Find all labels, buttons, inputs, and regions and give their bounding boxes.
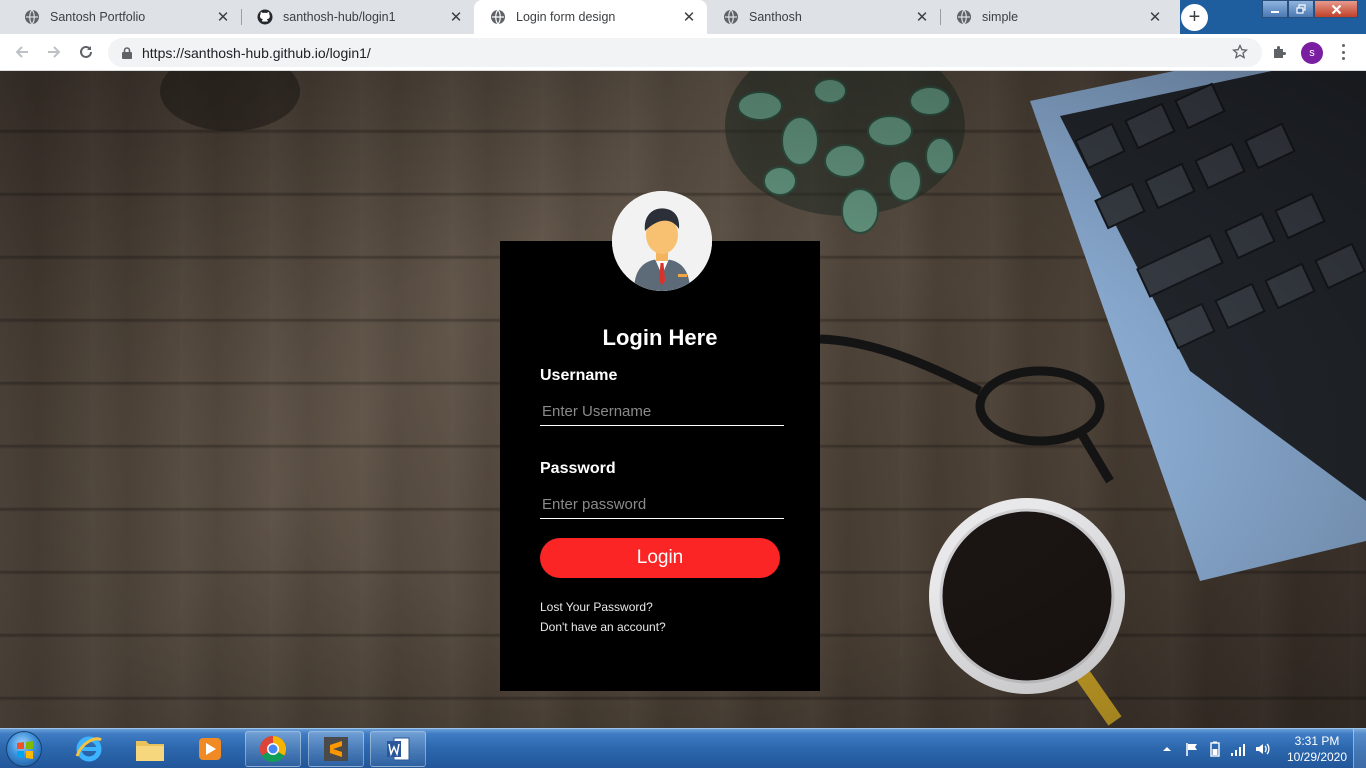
- browser-toolbar: https://santhosh-hub.github.io/login1/ s: [0, 34, 1366, 71]
- restore-button[interactable]: [1288, 0, 1314, 18]
- username-label: Username: [540, 367, 618, 384]
- word-button[interactable]: [370, 731, 426, 767]
- tab-santosh-portfolio[interactable]: Santosh Portfolio ✕: [8, 0, 241, 34]
- tab-label: Santosh Portfolio: [50, 10, 146, 24]
- address-bar[interactable]: https://santhosh-hub.github.io/login1/: [108, 38, 1262, 67]
- tab-label: Login form design: [516, 10, 616, 24]
- sublime-text-button[interactable]: [308, 731, 364, 767]
- back-button[interactable]: [11, 41, 33, 63]
- password-input[interactable]: [540, 491, 784, 519]
- close-icon[interactable]: ✕: [914, 8, 930, 26]
- page-background: Login Here Username Password Login Lost …: [0, 71, 1366, 728]
- password-label: Password: [540, 460, 616, 477]
- clock-time: 3:31 PM: [1294, 734, 1340, 748]
- volume-icon[interactable]: [1254, 741, 1270, 757]
- profile-avatar[interactable]: s: [1301, 42, 1323, 64]
- close-icon: [1331, 4, 1341, 14]
- network-signal-icon[interactable]: [1230, 741, 1246, 757]
- login-title: Login Here: [602, 325, 718, 350]
- close-icon[interactable]: ✕: [681, 8, 697, 26]
- restore-icon: [1296, 4, 1306, 14]
- chrome-icon: [259, 735, 287, 763]
- tab-simple[interactable]: simple ✕: [940, 0, 1173, 34]
- action-center-flag-icon[interactable]: [1184, 741, 1200, 757]
- close-icon[interactable]: ✕: [448, 8, 464, 26]
- puzzle-icon: [1274, 46, 1286, 58]
- close-icon[interactable]: ✕: [1147, 8, 1163, 26]
- arrow-left-icon: [15, 46, 28, 58]
- reload-icon: [80, 45, 92, 58]
- tab-label: simple: [982, 10, 1019, 24]
- file-explorer-button[interactable]: [122, 731, 178, 767]
- battery-icon[interactable]: [1208, 741, 1222, 757]
- new-tab-button[interactable]: +: [1181, 4, 1208, 31]
- forward-button[interactable]: [43, 41, 65, 63]
- show-desktop-button[interactable]: [1353, 729, 1366, 768]
- window-controls: [1262, 0, 1358, 18]
- login-button[interactable]: Login: [540, 538, 780, 578]
- reload-button[interactable]: [75, 41, 97, 63]
- start-button[interactable]: [6, 731, 42, 767]
- close-icon[interactable]: ✕: [215, 8, 231, 26]
- username-input[interactable]: [540, 398, 784, 426]
- user-avatar: [612, 191, 712, 291]
- lost-password-link[interactable]: Lost Your Password?: [540, 600, 653, 614]
- media-player-icon: [199, 738, 221, 760]
- extensions-button[interactable]: [1270, 42, 1290, 62]
- word-icon: [387, 737, 410, 761]
- internet-explorer-button[interactable]: [61, 731, 117, 767]
- sublime-text-icon: [324, 737, 348, 761]
- minimize-icon: [1271, 11, 1279, 13]
- lock-icon[interactable]: [120, 46, 134, 60]
- media-player-button[interactable]: [182, 731, 238, 767]
- internet-explorer-icon: [75, 736, 102, 762]
- browser-titlebar: Santosh Portfolio ✕ santhosh-hub/login1 …: [0, 0, 1366, 34]
- user-avatar-icon: [612, 191, 712, 291]
- system-tray: [1160, 729, 1270, 768]
- bookmark-button[interactable]: [1230, 42, 1250, 62]
- login-form: Login Here Username Password Login Lost …: [500, 241, 820, 691]
- file-explorer-icon: [136, 741, 164, 761]
- close-window-button[interactable]: [1314, 0, 1358, 18]
- clock-date: 10/29/2020: [1286, 750, 1348, 764]
- tab-label: Santhosh: [749, 10, 802, 24]
- globe-icon: [724, 9, 738, 25]
- star-icon: [1232, 44, 1248, 59]
- minimize-button[interactable]: [1262, 0, 1288, 18]
- chrome-taskbar-button[interactable]: [245, 731, 301, 767]
- github-icon: [257, 9, 273, 25]
- signup-link[interactable]: Don't have an account?: [540, 620, 666, 634]
- tab-santhosh-hub-login1[interactable]: santhosh-hub/login1 ✕: [241, 0, 474, 34]
- show-hidden-icons-icon[interactable]: [1160, 742, 1174, 756]
- globe-icon: [25, 9, 39, 25]
- tab-login-form-design[interactable]: Login form design ✕: [474, 0, 707, 34]
- globe-icon: [491, 9, 505, 25]
- system-clock[interactable]: 3:31 PM 10/29/2020: [1286, 733, 1348, 765]
- arrow-right-icon: [48, 46, 61, 58]
- tab-label: santhosh-hub/login1: [283, 10, 396, 24]
- globe-icon: [957, 9, 971, 25]
- windows-logo-icon: [17, 741, 33, 759]
- menu-icon[interactable]: [1338, 42, 1348, 62]
- taskbar: 3:31 PM 10/29/2020: [0, 728, 1366, 768]
- tab-santhosh[interactable]: Santhosh ✕: [707, 0, 940, 34]
- url-text[interactable]: https://santhosh-hub.github.io/login1/: [142, 45, 371, 61]
